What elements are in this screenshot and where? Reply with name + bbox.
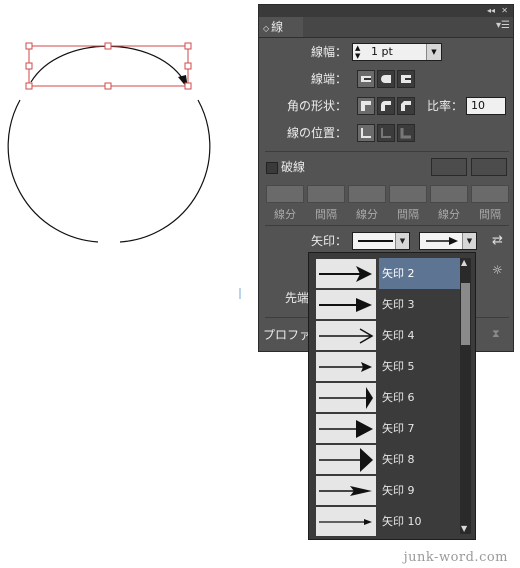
bbox-handle-ml: [25, 62, 33, 70]
arrow-6-thumbnail-icon: [316, 383, 376, 412]
arrowhead-option[interactable]: 矢印 5: [316, 351, 466, 381]
circle-left-arc: [7, 99, 99, 243]
scrollbar-thumb[interactable]: [461, 283, 470, 345]
gap-label: 間隔: [479, 208, 501, 221]
panel-titlebar[interactable]: ◂◂ ✕: [259, 5, 513, 17]
start-arrowhead-select[interactable]: ▼: [352, 232, 410, 250]
round-join-button[interactable]: [377, 97, 395, 115]
align-dash-corners-button[interactable]: [471, 158, 507, 176]
arrow-5-thumbnail-icon: [316, 352, 376, 381]
dash-label: 線分: [274, 208, 296, 221]
weight-dropdown-icon[interactable]: ▼: [426, 44, 441, 60]
miter-join-button[interactable]: [357, 97, 375, 115]
gap-label: 間隔: [315, 208, 337, 221]
arrow-3-thumbnail-icon: [316, 290, 376, 319]
panel-menu-icon[interactable]: ▾☰: [496, 20, 510, 31]
swap-arrowheads-icon[interactable]: ⇄: [492, 233, 503, 249]
tab-stroke[interactable]: ◇ 線: [259, 17, 303, 37]
arrowhead-option[interactable]: 矢印 10: [316, 506, 466, 536]
cap-label: 線端：: [310, 72, 347, 86]
separator: [265, 225, 509, 226]
end-arrowhead-select[interactable]: ▼: [419, 232, 477, 250]
bbox-handle-tr: [184, 42, 192, 50]
align-center-button[interactable]: [357, 124, 375, 142]
line-preview-icon: [358, 240, 393, 242]
arrowhead-option[interactable]: 矢印 2: [316, 258, 466, 289]
weight-label: 線幅：: [310, 45, 347, 59]
arrow-4-thumbnail-icon: [316, 321, 376, 350]
bbox-handle-tl: [25, 42, 33, 50]
bbox-handle-br: [184, 82, 192, 90]
miter-limit-label: 比率：: [426, 99, 463, 113]
arrow-9-thumbnail-icon: [316, 476, 376, 505]
weight-stepper-icon[interactable]: ▲ ▼: [355, 44, 360, 60]
bbox-handle-bl: [25, 82, 33, 90]
corner-label: 角の形状：: [286, 99, 347, 113]
bevel-join-button[interactable]: [397, 97, 415, 115]
arrow-7-thumbnail-icon: [316, 414, 376, 443]
dash-label: 線分: [438, 208, 460, 221]
align-stroke-label: 線の位置：: [286, 126, 347, 140]
watermark: junk-word.com: [403, 550, 508, 565]
bbox-handle-tc: [104, 42, 112, 50]
bbox-handle-mr: [184, 62, 192, 70]
panel-tab-row: ◇ 線 ▾☰: [259, 17, 513, 38]
gap-input[interactable]: [307, 185, 345, 203]
scroll-down-icon[interactable]: ▼: [461, 524, 467, 534]
dash-input[interactable]: [430, 185, 468, 203]
arrowhead-option[interactable]: 矢印 9: [316, 475, 466, 505]
selection-bounding-box: [28, 45, 189, 87]
arrowhead-option[interactable]: 矢印 8: [316, 444, 466, 474]
tab-toggle-icon[interactable]: ◇: [263, 24, 269, 33]
arrowhead-option[interactable]: 矢印 7: [316, 413, 466, 443]
arrowhead-option[interactable]: 矢印 3: [316, 289, 466, 319]
dashed-line-label: 破線: [281, 160, 306, 174]
separator: [265, 151, 509, 152]
close-icon[interactable]: ✕: [501, 5, 508, 17]
gap-input[interactable]: [471, 185, 509, 203]
butt-cap-button[interactable]: [357, 70, 375, 88]
align-outside-button[interactable]: [397, 124, 415, 142]
round-cap-button[interactable]: [377, 70, 395, 88]
dash-input[interactable]: [348, 185, 386, 203]
arrowheads-label: 矢印：: [310, 234, 347, 248]
weight-field[interactable]: ▲ ▼ 1 pt ▼: [352, 43, 442, 61]
profile-label: プロファ: [263, 328, 312, 342]
flip-profile-icon[interactable]: ⧗: [492, 327, 500, 341]
chevron-down-icon[interactable]: ▼: [462, 233, 476, 249]
arrow-2-thumbnail-icon: [316, 259, 376, 288]
chevron-down-icon[interactable]: ▼: [395, 233, 409, 249]
arrow-8-thumbnail-icon: [316, 445, 376, 474]
dropdown-scrollbar[interactable]: ▲ ▼: [460, 258, 471, 534]
arrow-align-icon[interactable]: ☼: [492, 263, 503, 277]
collapse-icon[interactable]: ◂◂: [487, 5, 495, 17]
arrow-preview-icon: [426, 237, 458, 245]
miter-limit-field[interactable]: 10: [466, 97, 506, 115]
dashed-line-checkbox[interactable]: [266, 162, 278, 174]
arrowhead-dropdown-list[interactable]: 矢印 2 矢印 3 矢印 4 矢印 5 矢印 6 矢印 7 矢印 8 矢印 9 …: [308, 252, 476, 540]
square-cap-button[interactable]: [397, 70, 415, 88]
dash-input[interactable]: [266, 185, 304, 203]
circle-right-arc: [119, 99, 211, 243]
align-inside-button[interactable]: [377, 124, 395, 142]
gap-input[interactable]: [389, 185, 427, 203]
dash-label: 線分: [356, 208, 378, 221]
bbox-handle-bc: [104, 82, 112, 90]
arrowhead-option[interactable]: 矢印 6: [316, 382, 466, 412]
scroll-up-icon[interactable]: ▲: [461, 258, 467, 268]
arrow-10-thumbnail-icon: [316, 507, 376, 536]
gap-label: 間隔: [397, 208, 419, 221]
arrowhead-option[interactable]: 矢印 4: [316, 320, 466, 350]
preserve-dash-button[interactable]: [431, 158, 467, 176]
selected-arc-path: [30, 45, 187, 85]
